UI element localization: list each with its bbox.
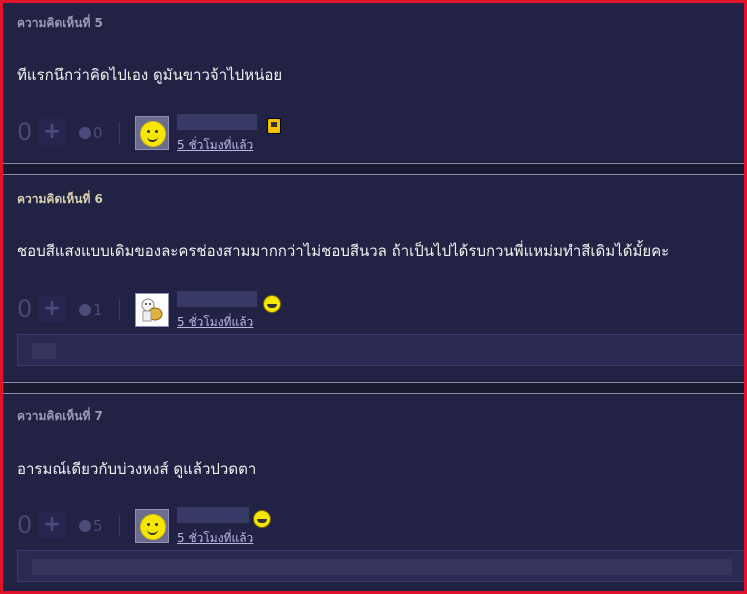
emotion-count[interactable]: 0: [79, 124, 103, 142]
emotion-count-value: 0: [93, 124, 103, 142]
timestamp-link[interactable]: 5 ชั่วโมงที่แล้ว: [177, 529, 253, 548]
emotion-face-icon: [79, 520, 91, 532]
comment-footer: 0 + 5 5 ชั่วโมงที่แล้ว: [17, 507, 737, 545]
comment-footer: 0 + 0 5 ชั่วโมงที่แล้ว: [17, 114, 737, 152]
avatar[interactable]: [135, 293, 169, 327]
emotion-count-value: 5: [93, 517, 103, 535]
username-redacted[interactable]: [177, 114, 257, 130]
grin-badge-icon: [263, 295, 281, 313]
username-redacted[interactable]: [177, 507, 249, 523]
comment-6: ความคิดเห็นที่ 6 ชอบสีแสงแบบเดิมของละครช…: [3, 176, 747, 381]
separator: [3, 163, 747, 164]
grin-badge-icon: [253, 510, 271, 528]
emotion-count-value: 1: [93, 301, 103, 319]
comment-body: ทีแรกนึกว่าคิดไปเอง ดูมันขาวจ้าไปหน่อย: [17, 66, 283, 84]
comment-body: ชอบสีแสงแบบเดิมของละครช่องสามมากกว่าไม่ช…: [17, 242, 670, 260]
divider: [119, 122, 120, 144]
comment-7: ความคิดเห็นที่ 7 อารมณ์เดียวกับบ่วงหงส์ …: [3, 395, 747, 591]
timestamp-link[interactable]: 5 ชั่วโมงที่แล้ว: [177, 313, 253, 332]
comment-footer: 0 + 1 5 ชั่วโมงที่แล้ว: [17, 291, 737, 329]
comment-title: ความคิดเห็นที่ 5: [17, 16, 103, 30]
avatar[interactable]: [135, 116, 169, 150]
timestamp-link[interactable]: 5 ชั่วโมงที่แล้ว: [177, 136, 253, 155]
separator: [3, 382, 747, 383]
character-avatar-icon: [141, 298, 163, 322]
device-badge-icon: [267, 118, 281, 134]
separator: [3, 174, 747, 175]
redacted-text: [32, 343, 56, 359]
emotion-count[interactable]: 1: [79, 301, 103, 319]
smiley-avatar-icon: [140, 121, 166, 147]
plus-icon[interactable]: +: [39, 119, 65, 145]
plus-icon[interactable]: +: [39, 512, 65, 538]
emotion-face-icon: [79, 127, 91, 139]
emotion-count[interactable]: 5: [79, 517, 103, 535]
comment-body: อารมณ์เดียวกับบ่วงหงส์ ดูแล้วปวดตา: [17, 460, 257, 478]
plus-icon[interactable]: +: [39, 296, 65, 322]
avatar[interactable]: [135, 509, 169, 543]
comment-title: ความคิดเห็นที่ 6: [17, 192, 103, 206]
separator: [3, 393, 747, 394]
redacted-text: [32, 559, 732, 575]
vote-count: 0: [17, 511, 33, 539]
comment-title: ความคิดเห็นที่ 7: [17, 409, 103, 423]
divider: [119, 515, 120, 537]
reply-preview[interactable]: [17, 334, 747, 366]
emotion-face-icon: [79, 304, 91, 316]
vote-count: 0: [17, 295, 33, 323]
comment-5: ความคิดเห็นที่ 5 ทีแรกนึกว่าคิดไปเอง ดูม…: [3, 3, 747, 162]
username-redacted[interactable]: [177, 291, 257, 307]
reply-preview[interactable]: [17, 550, 747, 582]
divider: [119, 299, 120, 321]
smiley-avatar-icon: [140, 514, 166, 540]
vote-count: 0: [17, 118, 33, 146]
